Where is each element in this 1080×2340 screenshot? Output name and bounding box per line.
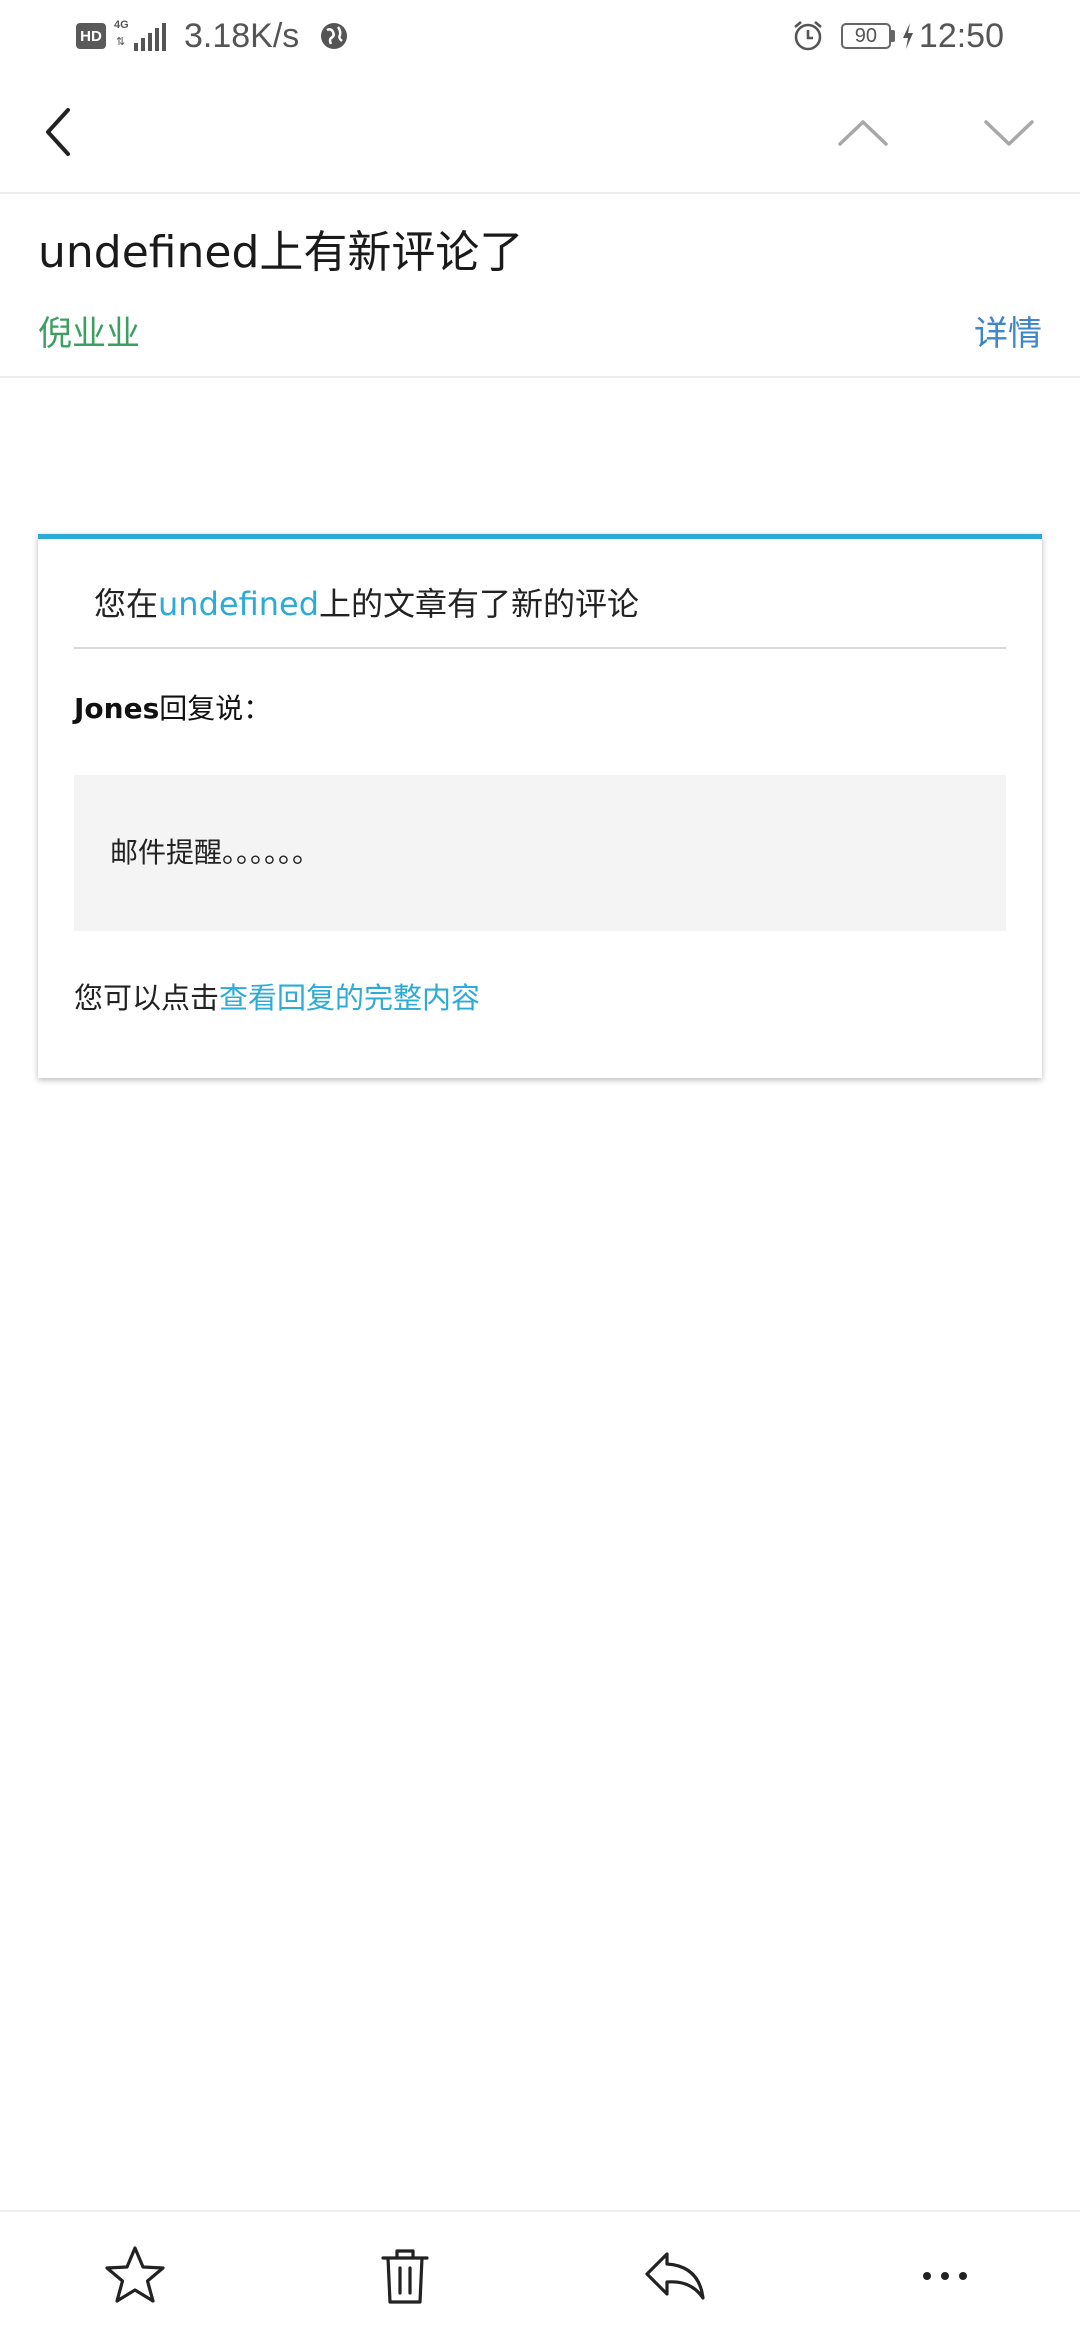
- email-detail-screen: HD 4G ⇅ 3.18K/s 90 12:50 undefined上有新评论了…: [0, 0, 1080, 2340]
- details-link[interactable]: 详情: [974, 306, 1042, 355]
- network-speed: 3.18K/s: [184, 16, 300, 55]
- comment-text: 邮件提醒。。。。。。: [110, 836, 321, 869]
- header-divider: [0, 376, 1080, 378]
- email-body-card: 您在undefined上的文章有了新的评论 Jones回复说： 邮件提醒。。。。…: [38, 534, 1042, 1078]
- clock: 12:50: [918, 16, 1004, 55]
- signal-icon: [134, 21, 166, 51]
- previous-chevron-up-icon[interactable]: [830, 96, 896, 168]
- reply-username: Jones: [74, 692, 160, 725]
- reply-header: Jones回复说：: [74, 687, 271, 727]
- charging-icon: [902, 23, 913, 49]
- status-bar-right: 90 12:50: [791, 12, 1004, 60]
- card-title-prefix: 您在: [94, 585, 159, 623]
- card-title-suffix: 上的文章有了新的评论: [319, 585, 640, 623]
- card-title-site-link[interactable]: undefined: [158, 585, 319, 623]
- status-bar-left: HD 4G ⇅ 3.18K/s: [76, 12, 349, 60]
- battery-tip: [890, 30, 895, 42]
- battery-icon: 90: [840, 23, 891, 49]
- mail-subject: undefined上有新评论了: [38, 227, 524, 278]
- trash-icon[interactable]: [367, 2238, 443, 2314]
- star-icon[interactable]: [97, 2238, 173, 2314]
- card-divider: [74, 647, 1006, 649]
- view-full-reply-link[interactable]: 查看回复的完整内容: [219, 981, 480, 1015]
- bottom-action-bar: [0, 2212, 1080, 2340]
- reply-icon[interactable]: [637, 2238, 713, 2314]
- mail-sender[interactable]: 倪业业: [38, 306, 140, 355]
- alarm-icon: [794, 21, 822, 51]
- status-bar: HD 4G ⇅ 3.18K/s 90 12:50: [0, 0, 1080, 72]
- footer-prefix: 您可以点击: [74, 981, 220, 1015]
- network-type-label: 4G: [114, 19, 129, 31]
- back-arrow-icon[interactable]: [30, 96, 90, 168]
- battery-level: 90: [854, 24, 878, 47]
- data-activity-icon: ⇅: [116, 35, 126, 48]
- card-footer: 您可以点击查看回复的完整内容: [74, 975, 480, 1017]
- comment-quote-box: 邮件提醒。。。。。。: [74, 775, 1006, 931]
- network-type-indicator: 4G ⇅: [114, 19, 134, 51]
- more-icon[interactable]: [907, 2238, 983, 2314]
- next-chevron-down-icon[interactable]: [976, 96, 1042, 168]
- card-title: 您在undefined上的文章有了新的评论: [94, 579, 639, 625]
- globe-icon: [321, 23, 348, 49]
- reply-suffix: 回复说：: [159, 692, 272, 725]
- hd-icon: HD: [76, 23, 106, 49]
- toolbar-divider: [0, 192, 1080, 194]
- mail-toolbar: [0, 72, 1080, 192]
